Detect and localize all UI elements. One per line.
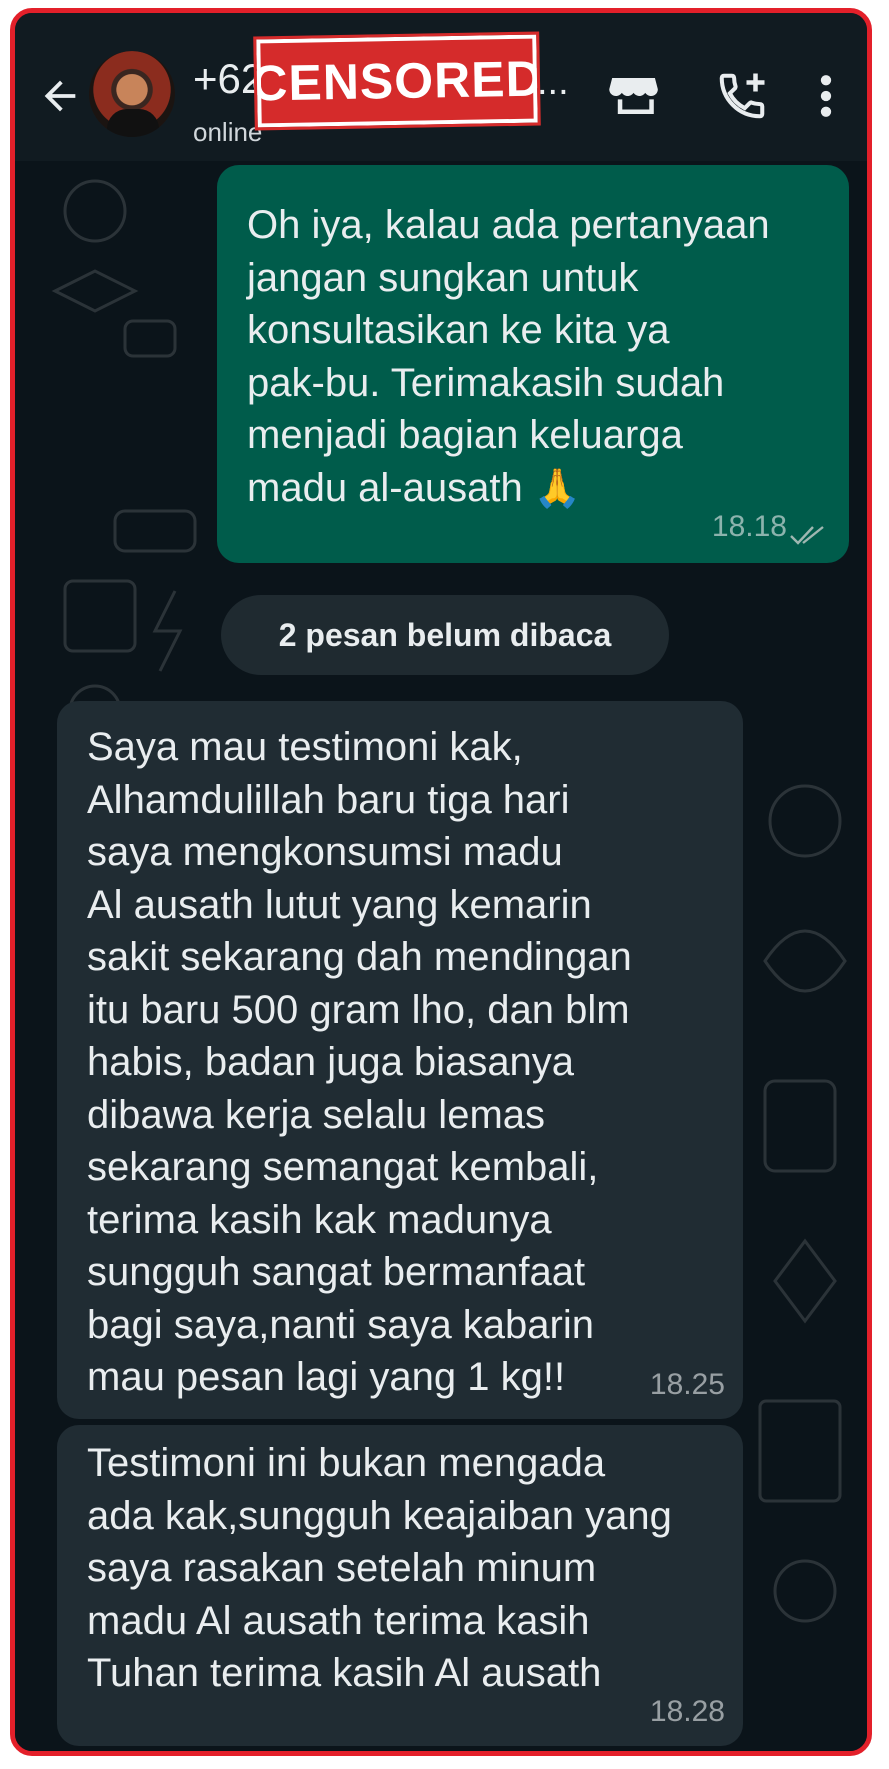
message-text: Oh iya, kalau ada pertanyaan jangan sung… xyxy=(247,199,770,515)
contact-status: online xyxy=(193,117,263,147)
more-vertical-icon[interactable] xyxy=(811,69,841,123)
double-check-read-icon xyxy=(790,526,824,545)
unread-messages-divider: 2 pesan belum dibaca xyxy=(221,595,669,675)
phone-screen: +62 ... online CENSORED Oh iya, kalau ad… xyxy=(10,8,872,1756)
message-text: Saya mau testimoni kak, Alhamdulillah ba… xyxy=(87,725,632,1399)
incoming-message[interactable]: Testimoni ini bukan mengada ada kak,sung… xyxy=(57,1425,743,1746)
outgoing-message[interactable]: Oh iya, kalau ada pertanyaan jangan sung… xyxy=(217,165,849,563)
wallpaper-doodle-icon xyxy=(51,179,177,358)
wallpaper-doodle-icon xyxy=(758,784,847,1623)
message-time: 18.25 xyxy=(649,1367,725,1401)
store-icon[interactable] xyxy=(607,69,661,123)
message-body: Oh iya, kalau ada pertanyaan jangan sung… xyxy=(247,203,770,510)
message-time: 18.28 xyxy=(649,1694,725,1728)
chat-area[interactable]: Oh iya, kalau ada pertanyaan jangan sung… xyxy=(15,161,867,1751)
avatar[interactable] xyxy=(89,51,175,137)
censored-stamp: CENSORED xyxy=(251,31,543,131)
incoming-message[interactable]: Saya mau testimoni kak, Alhamdulillah ba… xyxy=(57,701,743,1419)
message-time: 18.18 xyxy=(711,509,787,543)
back-arrow-icon[interactable] xyxy=(37,73,83,119)
message-text: Testimoni ini bukan mengada ada kak,sung… xyxy=(87,1441,672,1695)
praying-hands-emoji: 🙏 xyxy=(533,467,582,510)
chat-header: +62 ... online CENSORED xyxy=(15,13,867,161)
add-call-icon[interactable] xyxy=(715,69,769,123)
